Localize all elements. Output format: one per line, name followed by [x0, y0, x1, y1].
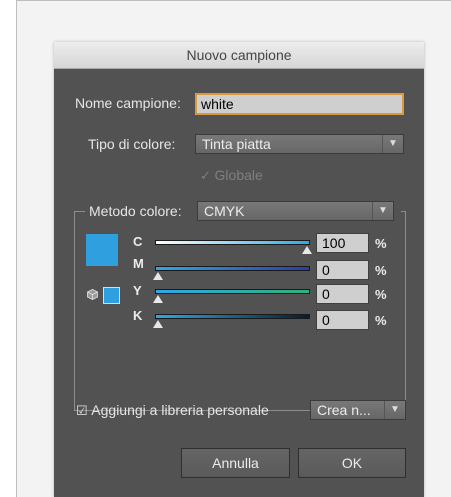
channel-c-label: C [133, 234, 143, 249]
chevron-down-icon: ▼ [382, 135, 403, 153]
channel-y-input[interactable]: 0 [316, 284, 369, 304]
channel-m-slider-track[interactable] [155, 266, 310, 271]
add-to-library-checkbox[interactable]: ☑ Aggiungi a libreria personale [76, 402, 269, 418]
global-checkbox[interactable]: ✓ Globale [200, 167, 263, 183]
color-mode-label: Metodo colore: [89, 203, 182, 219]
channel-k-slider-thumb[interactable] [153, 320, 163, 328]
color-preview-swatch [86, 234, 118, 266]
chevron-down-icon: ▼ [384, 401, 405, 419]
color-type-dropdown[interactable]: Tinta piatta ▼ [195, 134, 404, 154]
channel-c-slider-track[interactable] [155, 240, 310, 245]
channel-m-label: M [133, 256, 144, 271]
web-safe-swatch[interactable] [103, 287, 120, 304]
channel-c-input[interactable]: 100 [316, 233, 369, 253]
checkmark-icon: ☑ [76, 403, 88, 418]
channel-m-input[interactable]: 0 [316, 260, 369, 280]
channel-y-label: Y [133, 283, 142, 298]
swatch-name-label: Nome campione: [75, 95, 181, 111]
color-type-label: Tipo di colore: [88, 136, 176, 152]
chevron-down-icon: ▼ [372, 202, 393, 220]
create-library-value: Crea n... [317, 402, 371, 418]
channel-c-percent: % [375, 236, 387, 251]
channel-k-input[interactable]: 0 [316, 310, 369, 330]
channel-y-slider-thumb[interactable] [153, 295, 163, 303]
channel-m-percent: % [375, 263, 387, 278]
global-label: Globale [214, 167, 263, 183]
channel-m-slider-thumb[interactable] [153, 272, 163, 280]
ok-button[interactable]: OK [298, 448, 406, 478]
channel-k-label: K [133, 308, 143, 323]
cancel-button[interactable]: Annulla [181, 448, 290, 478]
channel-y-percent: % [375, 287, 387, 302]
new-swatch-dialog: Nuovo campione Nome campione: white Tipo… [54, 42, 424, 497]
channel-k-percent: % [375, 313, 387, 328]
channel-c-slider-thumb[interactable] [302, 246, 312, 254]
color-type-value: Tinta piatta [202, 136, 271, 152]
dialog-title: Nuovo campione [54, 42, 424, 69]
swatch-name-input[interactable]: white [195, 93, 404, 115]
channel-y-slider-track[interactable] [155, 289, 310, 294]
color-mode-value: CMYK [204, 203, 245, 219]
out-of-gamut-cube-icon[interactable] [87, 289, 98, 300]
channel-k-slider-track[interactable] [155, 314, 310, 319]
create-library-dropdown[interactable]: Crea n... ▼ [310, 400, 406, 420]
color-mode-dropdown[interactable]: CMYK ▼ [197, 201, 394, 221]
checkmark-icon: ✓ [200, 168, 211, 183]
add-to-library-label: Aggiungi a libreria personale [91, 402, 269, 418]
